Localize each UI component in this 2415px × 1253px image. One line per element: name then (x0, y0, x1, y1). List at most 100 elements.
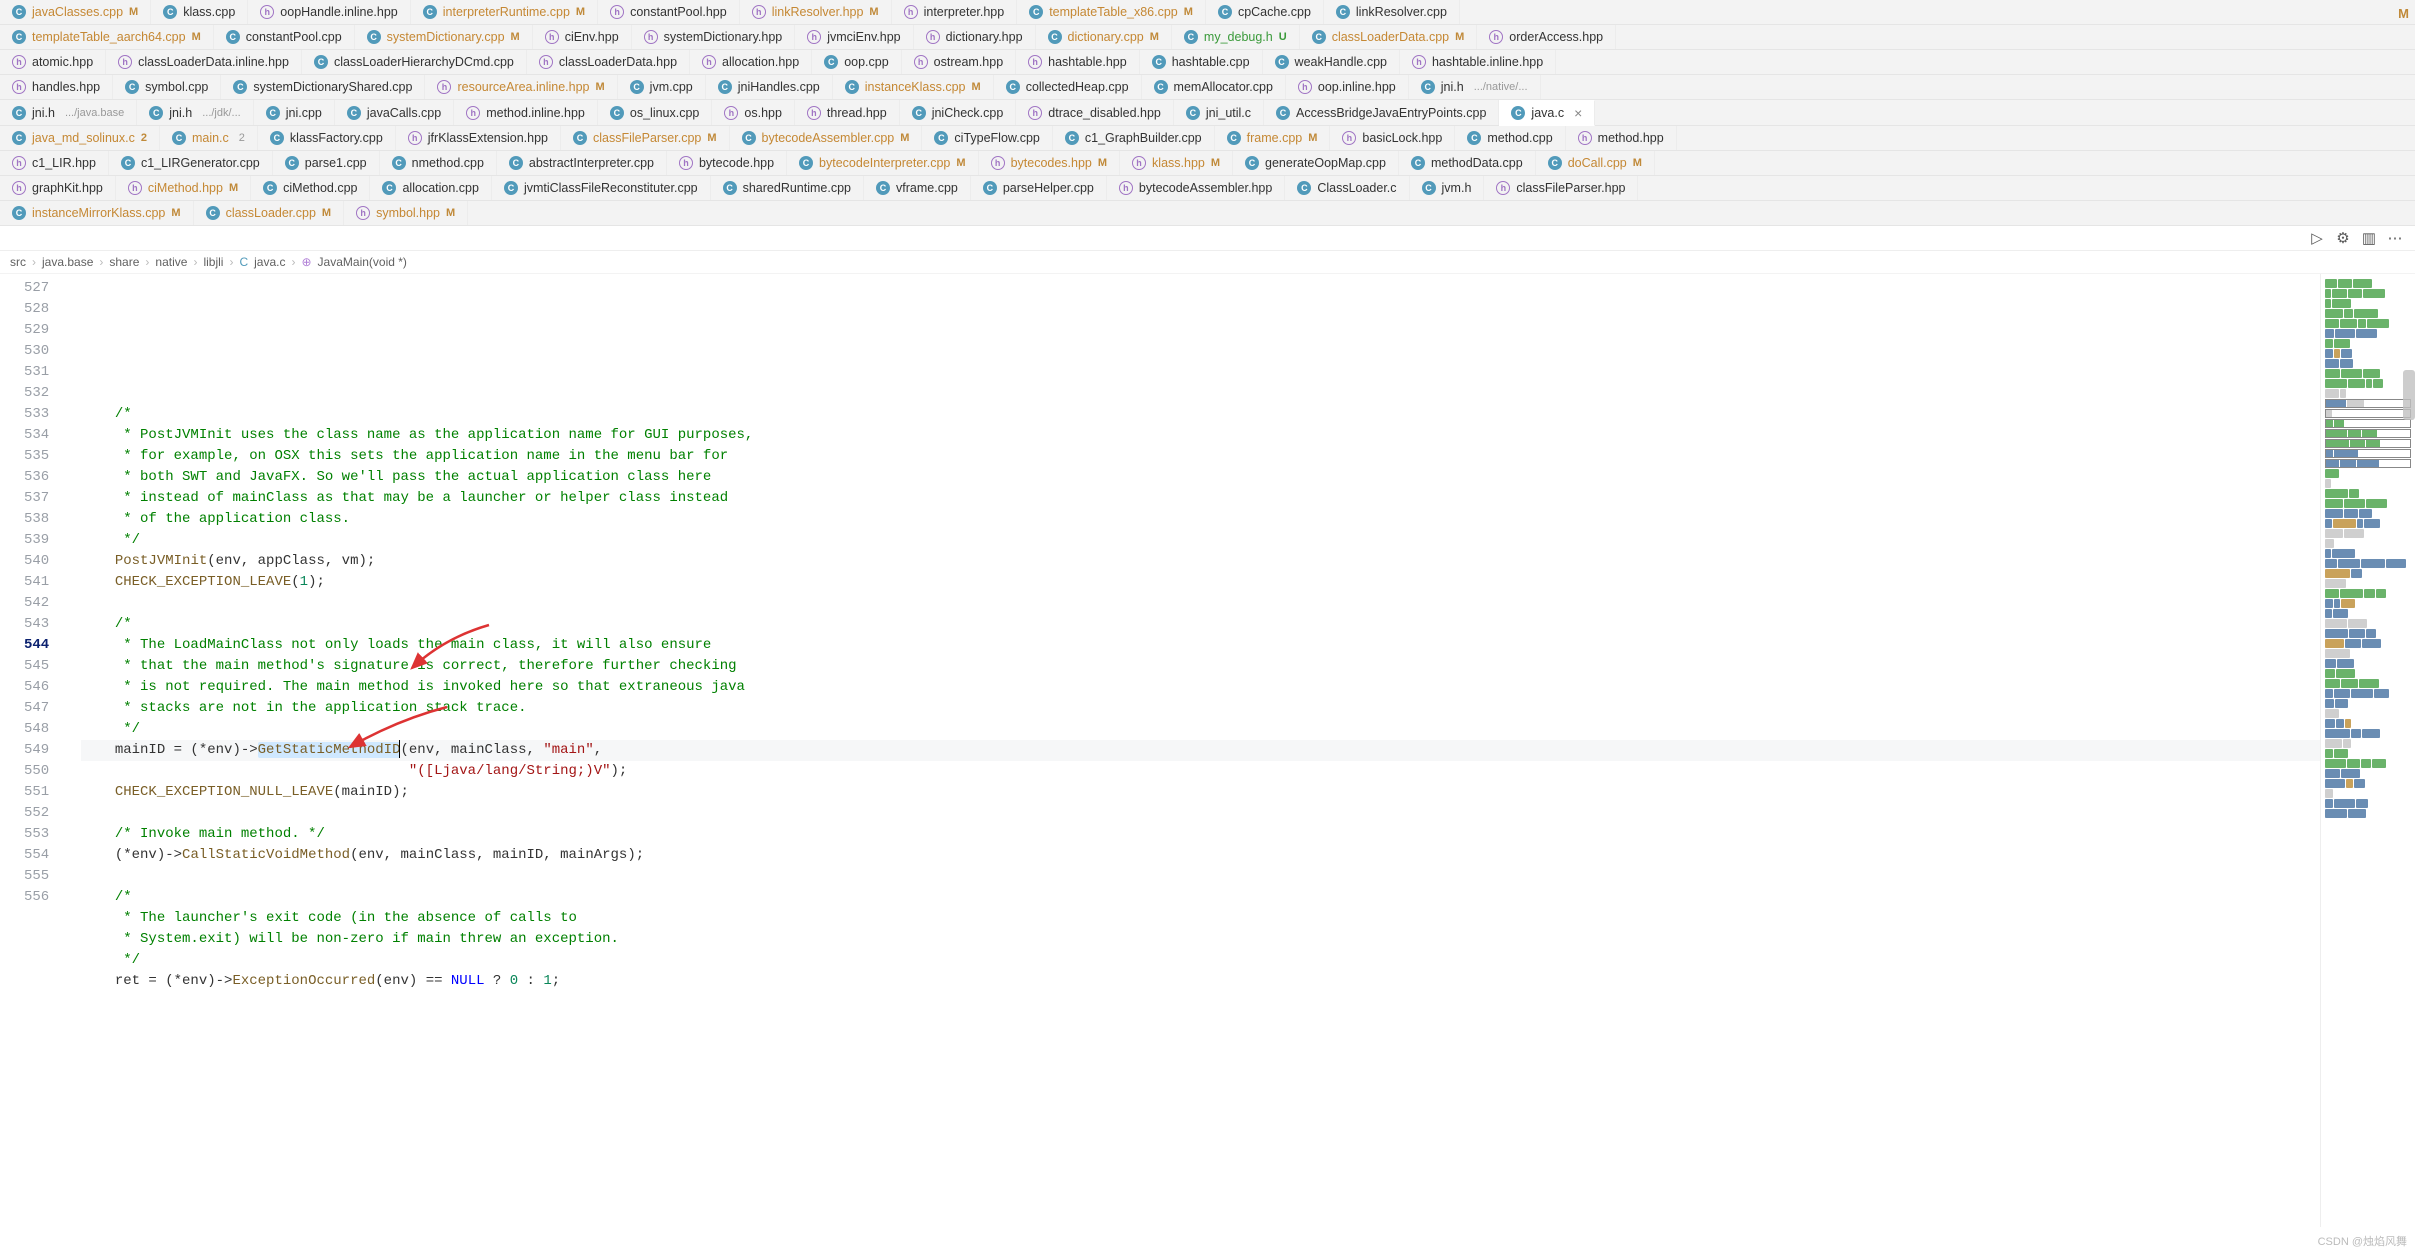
minimap-line[interactable] (2325, 789, 2411, 798)
minimap-line[interactable] (2325, 689, 2411, 698)
tab-interpreterruntime-cpp[interactable]: CinterpreterRuntime.cppM (411, 0, 598, 24)
tab-templatetable-x86-cpp[interactable]: CtemplateTable_x86.cppM (1017, 0, 1206, 24)
tab-classloader-cpp[interactable]: CclassLoader.cppM (194, 201, 345, 225)
tab-linkresolver-hpp[interactable]: hlinkResolver.hppM (740, 0, 892, 24)
tab-cienv-hpp[interactable]: hciEnv.hpp (533, 25, 632, 49)
tab-oop-cpp[interactable]: Coop.cpp (812, 50, 901, 74)
tab-cimethod-hpp[interactable]: hciMethod.hppM (116, 176, 251, 200)
minimap-line[interactable] (2325, 629, 2411, 638)
tab-jvm-cpp[interactable]: Cjvm.cpp (618, 75, 706, 99)
minimap-line[interactable] (2325, 699, 2411, 708)
minimap-line[interactable] (2325, 749, 2411, 758)
tab-klass-cpp[interactable]: Cklass.cpp (151, 0, 248, 24)
tab-jni-util-c[interactable]: Cjni_util.c (1174, 100, 1264, 125)
minimap-line[interactable] (2325, 279, 2411, 288)
tab-methoddata-cpp[interactable]: CmethodData.cpp (1399, 151, 1536, 175)
tab-jfrklassextension-hpp[interactable]: hjfrKlassExtension.hpp (396, 126, 561, 150)
tab-my-debug-h[interactable]: Cmy_debug.hU (1172, 25, 1300, 49)
minimap-line[interactable] (2325, 399, 2411, 408)
minimap-line[interactable] (2325, 389, 2411, 398)
minimap-line[interactable] (2325, 379, 2411, 388)
minimap-line[interactable] (2325, 549, 2411, 558)
tab-oop-inline-hpp[interactable]: hoop.inline.hpp (1286, 75, 1409, 99)
minimap-line[interactable] (2325, 529, 2411, 538)
tab-resourcearea-inline-hpp[interactable]: hresourceArea.inline.hppM (425, 75, 617, 99)
tab-linkresolver-cpp[interactable]: ClinkResolver.cpp (1324, 0, 1460, 24)
tab-abstractinterpreter-cpp[interactable]: CabstractInterpreter.cpp (497, 151, 667, 175)
minimap-line[interactable] (2325, 419, 2411, 428)
tab-classloaderdata-hpp[interactable]: hclassLoaderData.hpp (527, 50, 690, 74)
minimap-line[interactable] (2325, 559, 2411, 568)
tab-classfileparser-cpp[interactable]: CclassFileParser.cppM (561, 126, 730, 150)
tab-method-hpp[interactable]: hmethod.hpp (1566, 126, 1677, 150)
tab-nmethod-cpp[interactable]: Cnmethod.cpp (380, 151, 497, 175)
tab-templatetable-aarch64-cpp[interactable]: CtemplateTable_aarch64.cppM (0, 25, 214, 49)
tab-graphkit-hpp[interactable]: hgraphKit.hpp (0, 176, 116, 200)
tab-os-hpp[interactable]: hos.hpp (712, 100, 795, 125)
tab-jnihandles-cpp[interactable]: CjniHandles.cpp (706, 75, 833, 99)
tab-atomic-hpp[interactable]: hatomic.hpp (0, 50, 106, 74)
tab-klass-hpp[interactable]: hklass.hppM (1120, 151, 1233, 175)
minimap-line[interactable] (2325, 429, 2411, 438)
run-icon[interactable]: ▷ (2309, 230, 2325, 246)
tab-generateoopmap-cpp[interactable]: CgenerateOopMap.cpp (1233, 151, 1399, 175)
tab-javaclasses-cpp[interactable]: CjavaClasses.cppM (0, 0, 151, 24)
code-line[interactable]: * The launcher's exit code (in the absen… (81, 908, 2320, 929)
code-line[interactable]: * stacks are not in the application stac… (81, 698, 2320, 719)
tab-instanceklass-cpp[interactable]: CinstanceKlass.cppM (833, 75, 994, 99)
minimap-line[interactable] (2325, 349, 2411, 358)
minimap-line[interactable] (2325, 609, 2411, 618)
tab-c1-graphbuilder-cpp[interactable]: Cc1_GraphBuilder.cpp (1053, 126, 1215, 150)
tab-classloader-c[interactable]: CClassLoader.c (1285, 176, 1409, 200)
minimap-line[interactable] (2325, 589, 2411, 598)
tab-method-cpp[interactable]: Cmethod.cpp (1455, 126, 1565, 150)
tab-java-md-solinux-c[interactable]: Cjava_md_solinux.c2 (0, 126, 160, 150)
breadcrumb-item[interactable]: libjli (203, 255, 223, 269)
code-line[interactable]: /* Invoke main method. */ (81, 824, 2320, 845)
tab-bytecodeassembler-cpp[interactable]: CbytecodeAssembler.cppM (730, 126, 923, 150)
code-line[interactable] (81, 383, 2320, 404)
code-line[interactable] (81, 593, 2320, 614)
tab-instancemirrorklass-cpp[interactable]: CinstanceMirrorKlass.cppM (0, 201, 194, 225)
tab-jni-h[interactable]: Cjni.h.../jdk/... (137, 100, 253, 125)
minimap-line[interactable] (2325, 479, 2411, 488)
code-line[interactable]: * PostJVMInit uses the class name as the… (81, 425, 2320, 446)
tab-java-c[interactable]: Cjava.c× (1499, 100, 1595, 126)
tab-ostream-hpp[interactable]: hostream.hpp (902, 50, 1016, 74)
tab-jvm-h[interactable]: Cjvm.h (1410, 176, 1485, 200)
breadcrumb[interactable]: src›java.base›share›native›libjli›C java… (0, 251, 2415, 274)
minimap-line[interactable] (2325, 679, 2411, 688)
minimap-line[interactable] (2325, 369, 2411, 378)
tab-orderaccess-hpp[interactable]: horderAccess.hpp (1477, 25, 1616, 49)
minimap-line[interactable] (2325, 309, 2411, 318)
minimap-line[interactable] (2325, 499, 2411, 508)
tab-basiclock-hpp[interactable]: hbasicLock.hpp (1330, 126, 1455, 150)
code-line[interactable]: * is not required. The main method is in… (81, 677, 2320, 698)
breadcrumb-item[interactable]: share (109, 255, 139, 269)
tab-handles-hpp[interactable]: hhandles.hpp (0, 75, 113, 99)
minimap[interactable] (2320, 274, 2415, 1227)
minimap-line[interactable] (2325, 659, 2411, 668)
minimap-scrollbar[interactable] (2403, 370, 2415, 420)
tab-constantpool-cpp[interactable]: CconstantPool.cpp (214, 25, 355, 49)
minimap-line[interactable] (2325, 669, 2411, 678)
tab-vframe-cpp[interactable]: Cvframe.cpp (864, 176, 971, 200)
gear-icon[interactable]: ⚙ (2335, 230, 2351, 246)
code-line[interactable]: * instead of mainClass as that may be a … (81, 488, 2320, 509)
minimap-line[interactable] (2325, 769, 2411, 778)
tab-klassfactory-cpp[interactable]: CklassFactory.cpp (258, 126, 396, 150)
tab-symbol-cpp[interactable]: Csymbol.cpp (113, 75, 221, 99)
code-line[interactable]: */ (81, 950, 2320, 971)
tab-thread-hpp[interactable]: hthread.hpp (795, 100, 900, 125)
tab-hashtable-hpp[interactable]: hhashtable.hpp (1016, 50, 1140, 74)
code-line[interactable] (81, 992, 2320, 1013)
tab-hashtable-cpp[interactable]: Chashtable.cpp (1140, 50, 1263, 74)
code-editor[interactable]: 5275285295305315325335345355365375385395… (0, 274, 2415, 1227)
minimap-line[interactable] (2325, 719, 2411, 728)
minimap-line[interactable] (2325, 539, 2411, 548)
tab-jni-cpp[interactable]: Cjni.cpp (254, 100, 335, 125)
tab-sharedruntime-cpp[interactable]: CsharedRuntime.cpp (711, 176, 864, 200)
tab-hashtable-inline-hpp[interactable]: hhashtable.inline.hpp (1400, 50, 1556, 74)
tab-javacalls-cpp[interactable]: CjavaCalls.cpp (335, 100, 454, 125)
tab-allocation-hpp[interactable]: hallocation.hpp (690, 50, 812, 74)
